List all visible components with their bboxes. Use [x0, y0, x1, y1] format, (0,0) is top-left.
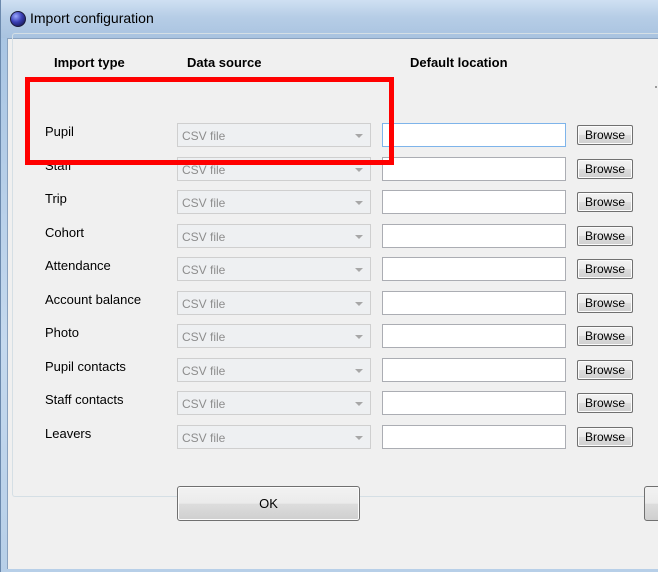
default-location-input-pupil[interactable] — [382, 123, 566, 147]
header-import-type: Import type — [54, 55, 125, 70]
default-location-input-staff[interactable] — [382, 157, 566, 181]
import-type-label-cohort: Cohort — [45, 225, 85, 240]
app-orb-icon — [10, 11, 26, 27]
data-source-value: CSV file — [182, 263, 226, 277]
default-location-input-pupil-contacts[interactable] — [382, 358, 566, 382]
import-type-label-attendance: Attendance — [45, 258, 111, 273]
data-source-value: CSV file — [182, 196, 226, 210]
browse-button-attendance[interactable]: Browse — [577, 259, 633, 279]
default-location-input-account-balance[interactable] — [382, 291, 566, 315]
import-type-label-leavers: Leavers — [45, 426, 92, 441]
browse-button-staff[interactable]: Browse — [577, 159, 633, 179]
header-data-source: Data source — [187, 55, 262, 70]
ok-button[interactable]: OK — [177, 486, 360, 521]
browse-button-cohort[interactable]: Browse — [577, 226, 633, 246]
chevron-down-icon — [355, 335, 363, 339]
data-source-select-staff-contacts[interactable]: CSV file — [177, 391, 371, 415]
chevron-down-icon — [355, 369, 363, 373]
data-source-value: CSV file — [182, 297, 226, 311]
import-type-label-account-balance: Account balance — [45, 292, 142, 307]
data-source-select-account-balance[interactable]: CSV file — [177, 291, 371, 315]
data-source-value: CSV file — [182, 397, 226, 411]
data-source-value: CSV file — [182, 129, 226, 143]
data-source-select-pupil-contacts[interactable]: CSV file — [177, 358, 371, 382]
data-source-select-trip[interactable]: CSV file — [177, 190, 371, 214]
browse-button-trip[interactable]: Browse — [577, 192, 633, 212]
chevron-down-icon — [355, 302, 363, 306]
default-location-input-attendance[interactable] — [382, 257, 566, 281]
chevron-down-icon — [355, 235, 363, 239]
chevron-down-icon — [355, 402, 363, 406]
import-type-label-staff-contacts: Staff contacts — [45, 392, 124, 407]
browse-button-leavers[interactable]: Browse — [577, 427, 633, 447]
data-source-select-pupil[interactable]: CSV file — [177, 123, 371, 147]
browse-button-pupil-contacts[interactable]: Browse — [577, 360, 633, 380]
browse-button-photo[interactable]: Browse — [577, 326, 633, 346]
chevron-down-icon — [355, 168, 363, 172]
import-type-label-photo: Photo — [45, 325, 79, 340]
header-default-location: Default location — [410, 55, 508, 70]
chevron-down-icon — [355, 201, 363, 205]
chevron-down-icon — [355, 268, 363, 272]
data-source-value: CSV file — [182, 163, 226, 177]
default-location-input-cohort[interactable] — [382, 224, 566, 248]
groupbox-edge-mark — [655, 86, 657, 88]
data-source-select-photo[interactable]: CSV file — [177, 324, 371, 348]
data-source-select-cohort[interactable]: CSV file — [177, 224, 371, 248]
browse-button-staff-contacts[interactable]: Browse — [577, 393, 633, 413]
data-source-select-leavers[interactable]: CSV file — [177, 425, 371, 449]
data-source-value: CSV file — [182, 431, 226, 445]
data-source-value: CSV file — [182, 330, 226, 344]
browse-button-pupil[interactable]: Browse — [577, 125, 633, 145]
default-location-input-photo[interactable] — [382, 324, 566, 348]
data-source-value: CSV file — [182, 230, 226, 244]
cancel-button[interactable] — [644, 486, 658, 521]
import-type-label-trip: Trip — [45, 191, 67, 206]
import-type-label-pupil: Pupil — [45, 124, 74, 139]
window-title: Import configuration — [30, 10, 154, 26]
data-source-select-staff[interactable]: CSV file — [177, 157, 371, 181]
import-type-label-pupil-contacts: Pupil contacts — [45, 359, 126, 374]
default-location-input-leavers[interactable] — [382, 425, 566, 449]
default-location-input-trip[interactable] — [382, 190, 566, 214]
chevron-down-icon — [355, 134, 363, 138]
chevron-down-icon — [355, 436, 363, 440]
browse-button-account-balance[interactable]: Browse — [577, 293, 633, 313]
import-type-label-staff: Staff — [45, 158, 72, 173]
data-source-value: CSV file — [182, 364, 226, 378]
default-location-input-staff-contacts[interactable] — [382, 391, 566, 415]
data-source-select-attendance[interactable]: CSV file — [177, 257, 371, 281]
